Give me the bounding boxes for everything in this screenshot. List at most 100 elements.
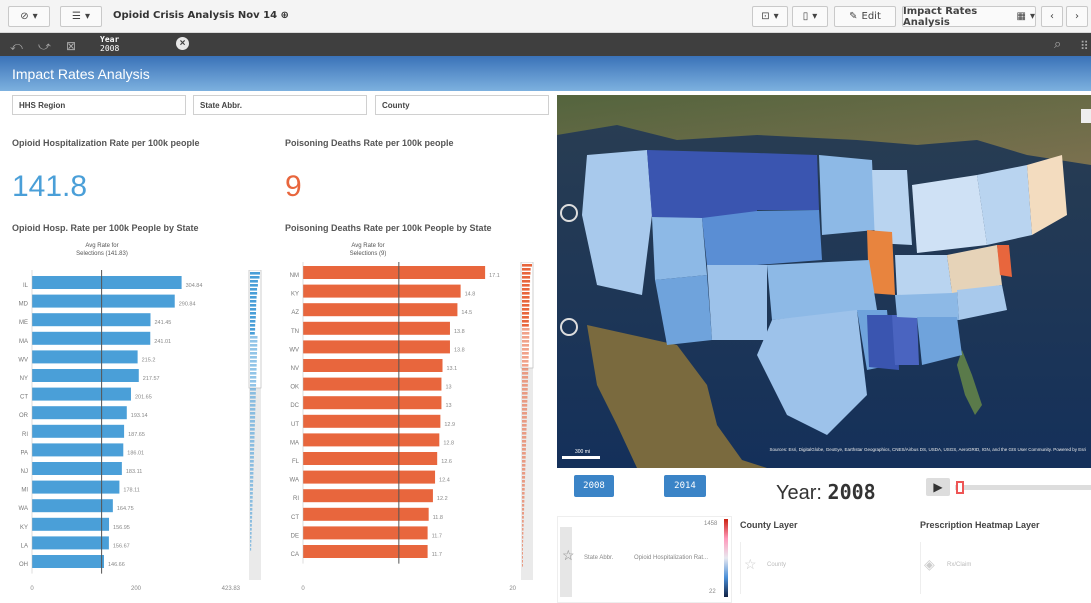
previous-sheet-button[interactable]: ‹ (1041, 6, 1063, 27)
bar[interactable] (303, 470, 436, 484)
edit-button[interactable]: ✎ Edit (834, 6, 896, 27)
category-label: CT (20, 395, 28, 401)
bar[interactable] (32, 480, 120, 494)
state-new-mexico[interactable] (707, 265, 767, 340)
county-layer-item[interactable]: ☆ County (740, 542, 910, 594)
state-northern-plains-west[interactable] (647, 150, 757, 220)
mini-bar (250, 324, 256, 327)
bar[interactable] (303, 507, 429, 521)
bar[interactable] (32, 294, 175, 308)
mini-bar (250, 476, 254, 479)
mini-bar (522, 392, 528, 395)
bar[interactable] (32, 313, 151, 327)
mini-bar (250, 376, 257, 379)
mini-bar (250, 272, 260, 275)
map-menu-icon[interactable] (1081, 109, 1091, 123)
rx-layer-item[interactable]: ◈ Rx/Claim (920, 542, 1091, 594)
value-label: 146.66 (108, 562, 125, 568)
next-sheet-button[interactable]: › (1066, 6, 1088, 27)
category-label: DC (290, 403, 299, 409)
category-label: UT (291, 422, 299, 428)
selection-chip-year[interactable]: Year 2008 (100, 35, 119, 53)
bar[interactable] (32, 350, 138, 364)
bar[interactable] (303, 340, 450, 354)
pois-bar-chart[interactable]: NM 17.1 KY 14.8 AZ 14.5 TN 13.8 WV 13.8 NV 13.1 OK 13… (283, 262, 551, 598)
bar[interactable] (303, 377, 442, 391)
year-slider[interactable] (955, 485, 1091, 490)
global-menu-button[interactable]: ☰ ▾ (60, 6, 102, 27)
mini-bar (250, 380, 257, 383)
mini-bar (522, 508, 525, 511)
bar[interactable] (303, 396, 442, 410)
filter-hhs-region[interactable]: HHS Region (12, 95, 186, 115)
state-great-lakes[interactable] (912, 175, 987, 253)
year-slider-handle[interactable] (956, 481, 964, 494)
state-minnesota[interactable] (819, 155, 875, 235)
top-toolbar: ⊘ ▾ ☰ ▾ Opioid Crisis Analysis Nov 14 ⊕ ⊡ ▾… (0, 0, 1091, 33)
bar[interactable] (303, 284, 461, 298)
state-ohio-valley[interactable] (895, 255, 952, 295)
hosp-bar-chart[interactable]: IL 304.84 MD 290.84 ME 241.45 MA 241.01 WV 215.2 N… (10, 270, 280, 598)
navigation-menu-button[interactable]: ⊘ ▾ (8, 6, 50, 27)
filter-state-abbr[interactable]: State Abbr. (193, 95, 367, 115)
heatmap-icon: ◈ (924, 556, 935, 572)
selections-tool-icon[interactable]: ⠿ (1080, 39, 1089, 53)
us-map[interactable]: 300 mi Sources: Esri, DigitalGlobe, GeoE… (557, 95, 1091, 468)
state-nevada-utah[interactable] (652, 217, 707, 280)
play-button[interactable]: ▶ (926, 478, 950, 496)
bar[interactable] (32, 369, 139, 382)
year-start-button[interactable]: 2008 (574, 475, 614, 497)
back-step-icon[interactable]: ⤺ (10, 39, 23, 54)
mini-bar (250, 404, 256, 407)
bar[interactable] (32, 331, 151, 345)
mini-bar (522, 412, 527, 415)
clear-all-selections-icon[interactable]: ⊠ (66, 39, 76, 53)
filter-county[interactable]: County (375, 95, 549, 115)
search-icon[interactable]: ⌕ (1054, 37, 1061, 52)
bar[interactable] (303, 526, 428, 540)
rx-layer-label: Rx/Claim (947, 562, 972, 568)
bar[interactable] (32, 499, 113, 513)
bar[interactable] (32, 462, 122, 475)
mini-bar (522, 376, 529, 379)
state-central-plains[interactable] (702, 210, 822, 265)
bar[interactable] (303, 414, 441, 428)
mini-bar (250, 504, 253, 507)
mini-bar (250, 316, 256, 319)
bar[interactable] (303, 545, 428, 558)
bar[interactable] (303, 489, 433, 503)
bar[interactable] (32, 424, 125, 438)
mini-bar (522, 444, 527, 447)
value-label: 13.8 (454, 329, 465, 335)
clear-selection-icon[interactable]: × (176, 37, 189, 50)
bar[interactable] (32, 276, 182, 289)
bar[interactable] (32, 555, 104, 568)
bar[interactable] (303, 266, 486, 279)
value-label: 11.8 (433, 515, 443, 521)
present-button[interactable]: ⊡ ▾ (752, 6, 788, 27)
bar[interactable] (303, 433, 440, 447)
bar[interactable] (32, 536, 109, 550)
bookmark-button[interactable]: ▯ ▾ (792, 6, 828, 27)
mini-bar (522, 544, 524, 547)
state-alabama[interactable] (892, 315, 919, 365)
state-north-dakota[interactable] (757, 153, 819, 210)
year-end-button[interactable]: 2014 (664, 475, 706, 497)
bar[interactable] (32, 517, 110, 531)
bar[interactable] (303, 452, 438, 465)
bar[interactable] (303, 303, 458, 317)
bar[interactable] (303, 321, 450, 335)
mini-bar (250, 448, 255, 451)
forward-step-icon[interactable]: ⤻ (38, 39, 51, 54)
mini-bar (522, 332, 530, 335)
bar[interactable] (32, 406, 127, 420)
bar[interactable] (32, 387, 131, 401)
legend-max: 1458 (704, 521, 718, 527)
bar[interactable] (32, 443, 124, 457)
mini-bar (522, 488, 525, 491)
county-layer-title: County Layer (740, 520, 798, 530)
bar[interactable] (303, 359, 443, 372)
category-label: NV (291, 366, 299, 372)
sheet-selector[interactable]: Impact Rates Analysis ▦ ▾ (902, 6, 1036, 28)
mini-bar (522, 452, 526, 455)
